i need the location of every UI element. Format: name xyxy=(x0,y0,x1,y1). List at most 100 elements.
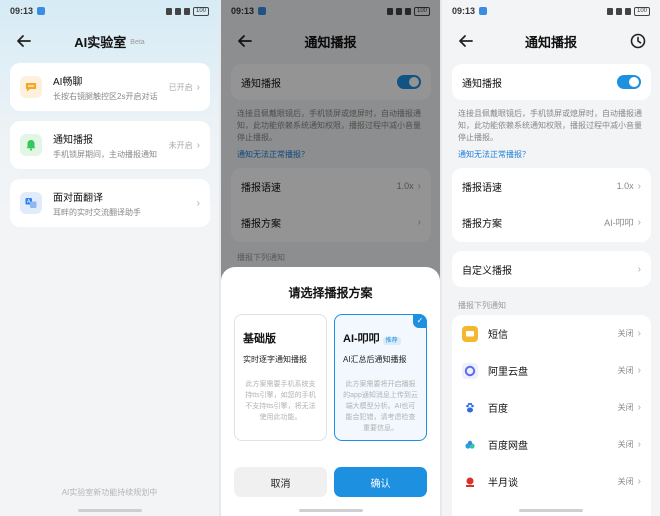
sms-icon xyxy=(462,325,478,342)
chevron-right-icon: › xyxy=(637,439,641,450)
app-status: 关闭 xyxy=(617,329,634,338)
option-name-text: AI-叩叩 xyxy=(343,333,380,345)
chat-bubble-icon xyxy=(20,76,42,98)
system-icons: 100 xyxy=(606,6,650,16)
speed-label: 播报语速 xyxy=(462,182,502,194)
app-name: 百度 xyxy=(488,404,508,415)
custom-broadcast-row[interactable]: 自定义播报 › xyxy=(452,251,651,287)
feature-title: AI畅聊 xyxy=(53,76,83,88)
battery-icon: 100 xyxy=(192,6,209,16)
toggle-label: 通知播报 xyxy=(462,78,502,90)
battery-icon: 100 xyxy=(633,6,650,16)
ai-lab-screen: 09:13 100 AI实验室 Beta AI畅聊 长按右镜腿触控区2s开启对话… xyxy=(0,0,219,516)
option-name: 基础版 xyxy=(243,333,276,345)
app-status: 关闭 xyxy=(617,403,634,412)
speed-value: 1.0x xyxy=(616,181,634,191)
option-description: 此方案需要手机系统支持tts引擎，如您的手机不支持tts引擎，将无法使用此功能。 xyxy=(245,381,316,421)
home-indicator[interactable] xyxy=(77,509,142,512)
scheme-value: AI-叩叩 xyxy=(604,217,634,228)
list-item[interactable]: 短信 关闭 › xyxy=(452,315,651,352)
feature-title: 通知播报 xyxy=(53,134,93,146)
broadcast-toggle-row: 通知播报 xyxy=(452,64,651,100)
option-basic[interactable]: 基础版 实时逐字通知播报 此方案需要手机系统支持tts引擎，如您的手机不支持tt… xyxy=(234,314,327,441)
translate-icon: A xyxy=(20,192,42,214)
cancel-button[interactable]: 取消 xyxy=(234,467,327,497)
notification-broadcast-screen: 09:13 100 通知播报 通知播报 连接且佩戴眼镜后，手机锁屏或熄屏时，自动… xyxy=(442,0,660,516)
broadcast-scheme-dialog-screen: 09:13 100 通知播报 通知播报 连接且佩戴眼镜后，手机锁屏或熄屏时，自动… xyxy=(221,0,440,516)
chevron-right-icon: › xyxy=(637,180,641,192)
notification-icon xyxy=(37,7,46,15)
banyuetan-icon xyxy=(462,473,478,490)
checkmark-icon: ✓ xyxy=(413,314,427,328)
status-time: 09:13 xyxy=(452,6,476,16)
home-indicator[interactable] xyxy=(519,509,583,512)
app-status: 关闭 xyxy=(617,440,634,449)
list-item[interactable]: 半月谈 关闭 › xyxy=(452,463,651,500)
scheme-row[interactable]: 播报方案 AI-叩叩 › xyxy=(452,204,651,240)
footer-note: AI实验室新功能持续规划中 xyxy=(61,488,158,497)
app-list: 短信 关闭 › 阿里云盘 关闭 › 百度 关闭 › 百度网盘 关闭 › 半月谈 … xyxy=(452,315,651,516)
chevron-right-icon: › xyxy=(196,197,200,209)
page-title: 通知播报 xyxy=(524,34,577,50)
broadcast-description: 连接且佩戴眼镜后，手机锁屏或熄屏时，自动播报通知，此功能依赖系统通知权限，播报过… xyxy=(458,109,642,142)
broadcast-toggle[interactable] xyxy=(617,75,641,89)
baidu-netdisk-icon xyxy=(462,436,478,453)
feature-subtitle: 长按右镜腿触控区2s开启对话 xyxy=(53,91,158,101)
settings-card: 播报语速 1.0x › 播报方案 AI-叩叩 › xyxy=(452,168,651,242)
chevron-right-icon: › xyxy=(637,365,641,376)
feature-ai-chat[interactable]: AI畅聊 长按右镜腿触控区2s开启对话 已开启 › xyxy=(10,63,210,111)
back-arrow-icon[interactable] xyxy=(456,31,476,51)
confirm-button[interactable]: 确认 xyxy=(334,467,427,497)
option-subtitle: AI汇总后通知播报 xyxy=(343,355,407,364)
app-name: 半月谈 xyxy=(488,478,518,489)
chevron-right-icon: › xyxy=(637,263,641,275)
list-item[interactable]: 阿里云盘 关闭 › xyxy=(452,352,651,389)
app-status: 关闭 xyxy=(617,366,634,375)
option-name: AI-叩叩 推荐 xyxy=(343,330,418,346)
troubleshoot-link[interactable]: 通知无法正常播报？ xyxy=(458,149,530,160)
feature-subtitle: 手机锁屏期间，主动播报通知 xyxy=(53,149,157,159)
status-bar: 09:13 100 xyxy=(0,0,219,22)
scheme-label: 播报方案 xyxy=(462,218,502,230)
clock-history-icon[interactable] xyxy=(628,31,648,51)
beta-badge: Beta xyxy=(130,39,145,46)
option-description: 此方案需要将开启播报的app通知消息上传到云端大模型分析。AI也可能会犯错，请考… xyxy=(343,381,418,432)
page-title: AI实验室 xyxy=(74,34,127,50)
feature-subtitle: 耳畔的实时交流翻译助手 xyxy=(53,207,141,217)
home-indicator[interactable] xyxy=(298,509,363,512)
speed-row[interactable]: 播报语速 1.0x › xyxy=(452,168,651,204)
list-item[interactable]: 百度网盘 关闭 › xyxy=(452,426,651,463)
chevron-right-icon: › xyxy=(637,216,641,228)
option-subtitle: 实时逐字通知播报 xyxy=(243,355,307,364)
section-header: 播报下列通知 xyxy=(458,301,506,310)
chevron-right-icon: › xyxy=(637,476,641,487)
chevron-right-icon: › xyxy=(196,139,200,151)
feature-status: 未开启 xyxy=(168,140,193,150)
feature-status: 已开启 xyxy=(168,82,193,92)
status-bar: 09:13 100 xyxy=(442,0,660,22)
option-ai-koukou[interactable]: ✓ AI-叩叩 推荐 AI汇总后通知播报 此方案需要将开启播报的app通知消息上传… xyxy=(334,314,427,441)
baidu-icon xyxy=(462,399,478,416)
app-status: 关闭 xyxy=(617,477,634,486)
feature-title: 面对面翻译 xyxy=(53,192,103,204)
scheme-bottom-sheet: 请选择播报方案 基础版 实时逐字通知播报 此方案需要手机系统支持tts引擎，如您… xyxy=(221,267,440,516)
chevron-right-icon: › xyxy=(637,402,641,413)
custom-label: 自定义播报 xyxy=(462,265,512,277)
app-name: 短信 xyxy=(488,330,508,341)
app-name: 百度网盘 xyxy=(488,441,528,452)
notification-icon xyxy=(479,7,488,15)
feature-notification-broadcast[interactable]: 通知播报 手机锁屏期间，主动播报通知 未开启 › xyxy=(10,121,210,169)
sheet-title: 请选择播报方案 xyxy=(288,286,373,300)
aliyun-drive-icon xyxy=(462,362,478,379)
top-bar: 通知播报 xyxy=(442,28,660,54)
list-item[interactable]: 百度 关闭 › xyxy=(452,389,651,426)
chevron-right-icon: › xyxy=(637,328,641,339)
status-time: 09:13 xyxy=(10,6,34,16)
system-icons: 100 xyxy=(165,6,209,16)
back-arrow-icon[interactable] xyxy=(14,31,34,51)
feature-face-to-face-translation[interactable]: A 面对面翻译 耳畔的实时交流翻译助手 › xyxy=(10,179,210,227)
chevron-right-icon: › xyxy=(196,81,200,93)
app-name: 阿里云盘 xyxy=(488,367,528,378)
recommended-badge: 推荐 xyxy=(382,336,401,345)
top-bar: AI实验室 Beta xyxy=(0,28,219,54)
